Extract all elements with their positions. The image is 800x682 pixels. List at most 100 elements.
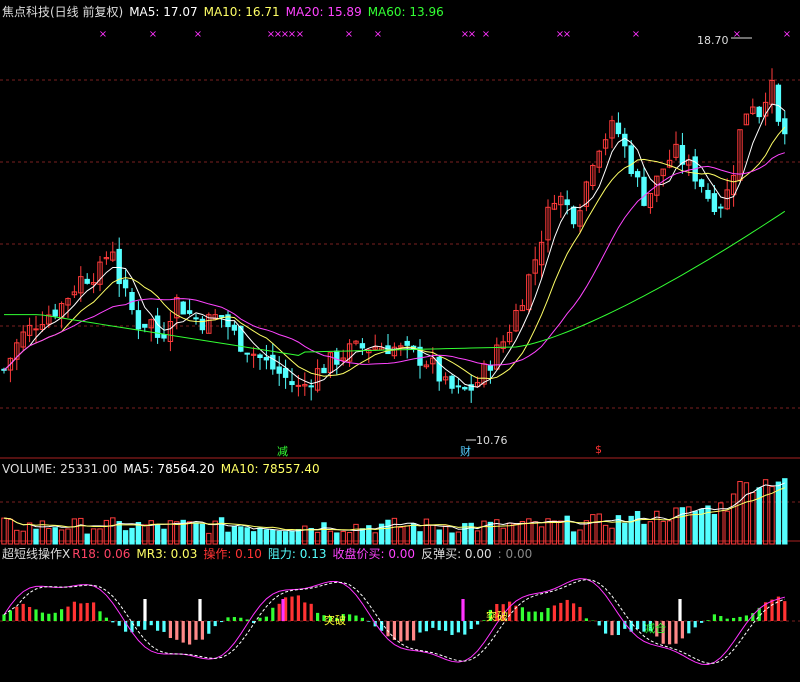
- stock-chart[interactable]: × × × ×××× × × × ×× × ×× × × ×: [0, 0, 800, 682]
- indicator-bar: [700, 621, 704, 623]
- indicator-bar: [111, 621, 115, 623]
- volume-bar: [65, 528, 71, 545]
- indicator-bar: [527, 611, 531, 621]
- signal-x-marker: ×: [296, 29, 304, 40]
- candle-body: [718, 206, 724, 209]
- indicator-bar: [559, 602, 563, 621]
- indicator-bar: [245, 619, 249, 621]
- volume-bar: [487, 521, 494, 545]
- volume-bar: [193, 522, 199, 545]
- indicator-bar: [316, 612, 320, 621]
- volume-bar: [724, 510, 730, 545]
- indicator-bar: [706, 620, 710, 621]
- volume-bar: [474, 530, 481, 545]
- jian-marker: 减: [277, 445, 288, 458]
- volume-bar: [769, 486, 775, 545]
- volume-bar: [628, 515, 634, 545]
- volume-bar: [276, 530, 282, 545]
- low-price-label: 10.76: [476, 434, 508, 447]
- indicator-bar: [469, 621, 473, 630]
- volume-bar: [122, 530, 129, 545]
- indicator-bar: [188, 621, 192, 645]
- indicator-bar: [40, 612, 44, 621]
- indicator-legend: 超短线操作X R18: 0.06 MR3: 0.03 操作: 0.10 阻力: 0.13…: [2, 545, 538, 562]
- volume-bar: [321, 522, 327, 545]
- volume-bar: [244, 527, 250, 545]
- indicator-bar: [456, 621, 460, 633]
- mr3-value: MR3: 0.03: [136, 547, 198, 561]
- volume-bar: [340, 530, 346, 545]
- volume-bar: [257, 527, 263, 545]
- indicator-bar: [296, 595, 300, 621]
- signal-bar: [281, 599, 285, 621]
- indicator-bar: [546, 607, 550, 621]
- volume-bar: [692, 510, 698, 545]
- indicator-bar: [21, 603, 25, 621]
- volume-bar: [622, 522, 628, 545]
- indicator-bar: [348, 614, 352, 621]
- high-price-label: 18.70: [697, 34, 729, 47]
- op-value: 操作: 0.10: [203, 547, 262, 561]
- indicator-bar: [412, 621, 416, 641]
- close-buy-value: 收盘价买: 0.00: [332, 547, 416, 561]
- indicator-bar: [53, 612, 57, 621]
- volume-bar: [711, 513, 718, 545]
- candle-body: [570, 206, 577, 225]
- candle-body: [487, 364, 494, 371]
- indicator-bar: [399, 621, 403, 642]
- indicator-bar: [725, 618, 729, 621]
- signal-x-marker: ×: [345, 29, 353, 40]
- indicator-bar: [405, 621, 409, 641]
- indicator-bar: [220, 621, 224, 623]
- indicator-bar: [450, 621, 454, 635]
- indicator-bar: [277, 603, 281, 621]
- candle-body: [52, 309, 58, 317]
- candle-body: [359, 343, 366, 349]
- volume-bar: [359, 528, 366, 545]
- candle-body: [782, 118, 788, 135]
- volume-bar: [590, 514, 596, 545]
- indicator-bar: [303, 602, 307, 621]
- indicator-bar: [194, 621, 198, 640]
- volume-bar: [295, 529, 302, 545]
- volume-bar: [385, 519, 391, 545]
- indicator-bar: [693, 621, 697, 628]
- candle-body: [711, 193, 718, 212]
- indicator-bar: [149, 621, 153, 626]
- indicator-bar: [732, 617, 736, 621]
- indicator-bar: [540, 612, 544, 621]
- ma10-value: MA10: 16.71: [203, 5, 280, 19]
- volume-bar: [596, 513, 602, 545]
- volume-bar: [570, 531, 577, 545]
- chart-title: 焦点科技(日线 前复权): [2, 5, 124, 19]
- resistance-value: 阻力: 0.13: [267, 547, 327, 561]
- candle-body: [462, 386, 468, 390]
- volume-legend: VOLUME: 25331.00 MA5: 78564.20 MA10: 78557…: [2, 462, 326, 476]
- volume-bar: [762, 479, 769, 545]
- indicator-bar: [604, 621, 608, 634]
- volume-ma5-value: MA5: 78564.20: [123, 462, 215, 476]
- indicator-bar: [92, 602, 96, 621]
- candle-body: [186, 310, 193, 314]
- candle-body: [449, 375, 455, 389]
- candle-body: [698, 179, 705, 187]
- extra-value: : 0.00: [497, 547, 533, 561]
- indicator-bar: [392, 621, 396, 640]
- cai-marker: 财: [460, 445, 471, 458]
- volume-ma10-value: MA10: 78557.40: [220, 462, 320, 476]
- indicator-bar: [162, 621, 166, 632]
- volume-bar: [346, 532, 353, 545]
- indicator-bar: [34, 609, 38, 621]
- indicator-bar: [616, 621, 620, 635]
- indicator-bar: [85, 602, 89, 621]
- volume-bar: [84, 533, 90, 545]
- volume-bar: [90, 528, 97, 545]
- indicator-bar: [636, 621, 640, 629]
- indicator-bar: [117, 621, 121, 626]
- volume-bar: [398, 526, 404, 545]
- candle-body: [564, 199, 570, 206]
- candle-body: [282, 367, 289, 378]
- signal-x-marker: ×: [482, 29, 490, 40]
- indicator-bar: [367, 621, 371, 622]
- signal-x-marker: ×: [783, 29, 791, 40]
